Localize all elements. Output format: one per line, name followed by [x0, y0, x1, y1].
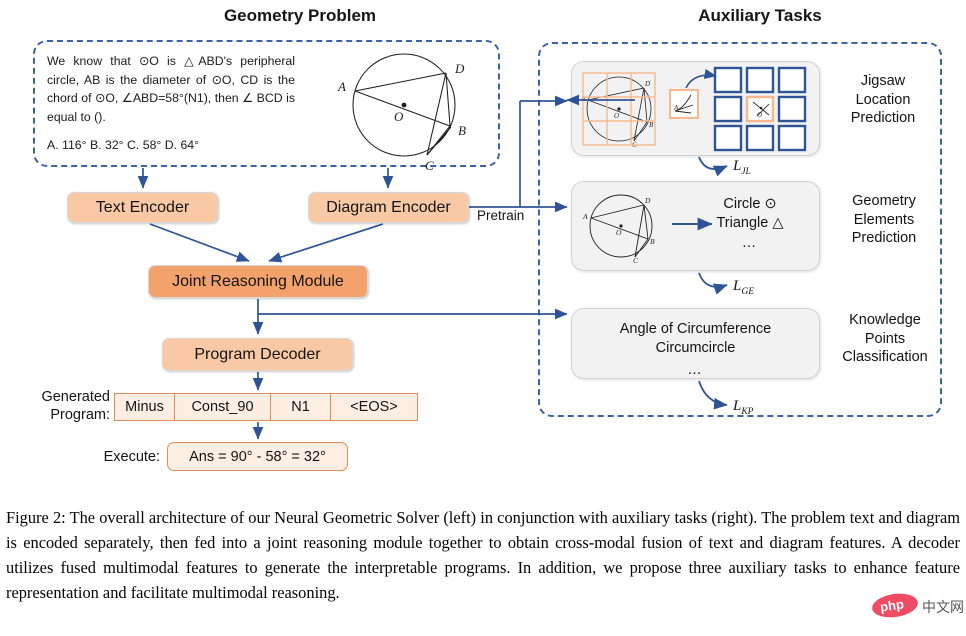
figure-architecture-diagram: Geometry Problem Auxiliary Tasks We know…: [0, 0, 966, 636]
figure-caption: Figure 2: The overall architecture of ou…: [6, 508, 960, 602]
watermark-chinese-text: 中文网: [922, 600, 964, 616]
watermark: php 中文网: [870, 590, 964, 622]
